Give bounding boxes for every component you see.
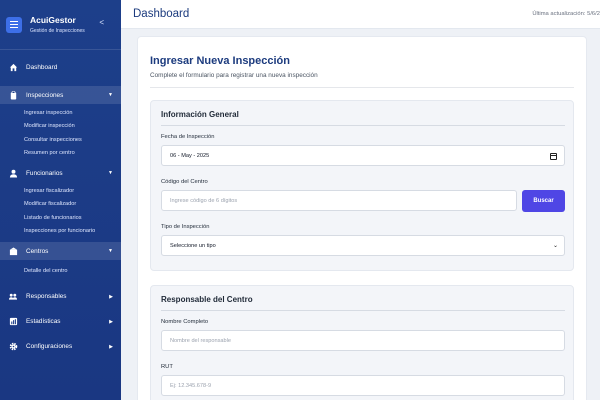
user-icon	[8, 168, 18, 178]
date-label: Fecha de Inspección	[161, 134, 215, 140]
sidebar-subitem-resumen-centro[interactable]: Resumen por centro	[0, 147, 121, 161]
sidebar-subitem-ingresar-fiscalizador[interactable]: Ingresar fiscalizador	[0, 184, 121, 198]
clipboard-icon	[8, 90, 18, 100]
caret-down-icon: ▼	[108, 170, 113, 176]
main-content: Ingresar Nueva Inspección Complete el fo…	[121, 29, 600, 400]
form-description: Complete el formulario para registrar un…	[150, 72, 574, 88]
sidebar-item-label: Centros	[26, 247, 49, 255]
sidebar-item-estadisticas[interactable]: Estadísticas ▶	[0, 311, 121, 333]
sidebar-item-label: Configuraciones	[26, 343, 73, 350]
sidebar-subitem-inspecciones-funcionario[interactable]: Inspecciones por funcionario	[0, 225, 121, 239]
brand: AcuiGestor Gestión de Inspecciones <	[0, 0, 121, 50]
gear-icon	[8, 342, 18, 352]
inspection-type-select[interactable]: Seleccione un tipo ⌄	[161, 235, 565, 256]
last-update-text: Última actualización: 5/6/2	[532, 11, 600, 17]
app-subtitle: Gestión de Inspecciones	[30, 27, 85, 34]
menu-icon[interactable]	[6, 16, 22, 33]
caret-down-icon: ▼	[108, 92, 113, 98]
users-icon	[8, 292, 18, 302]
sidebar-item-inspecciones[interactable]: Inspecciones ▼	[0, 86, 121, 104]
name-placeholder: Nombre del responsable	[170, 337, 231, 344]
app-title: AcuiGestor	[30, 14, 76, 25]
sidebar-subitem-listado-funcionarios[interactable]: Listado de funcionarios	[0, 211, 121, 225]
center-code-input[interactable]: Ingrese código de 6 dígitos	[161, 190, 517, 211]
form-title: Ingresar Nueva Inspección	[150, 55, 290, 67]
inspection-type-value: Seleccione un tipo	[170, 242, 216, 249]
section-title: Responsable del Centro	[161, 295, 565, 311]
chevron-left-icon[interactable]: <	[99, 18, 104, 27]
rut-label: RUT	[161, 364, 173, 370]
center-code-placeholder: Ingrese código de 6 dígitos	[170, 197, 238, 204]
sidebar-item-label: Dashboard	[26, 63, 58, 71]
section-title: Información General	[161, 110, 565, 126]
sidebar-subitem-modificar-fiscalizador[interactable]: Modificar fiscalizador	[0, 198, 121, 212]
sidebar-item-label: Inspecciones	[26, 91, 64, 99]
sidebar-item-label: Funcionarios	[26, 169, 63, 177]
sidebar-subitem-detalle-centro[interactable]: Detalle del centro	[0, 264, 121, 278]
date-value: 06 - May - 2025	[170, 152, 210, 159]
calendar-icon[interactable]	[550, 153, 557, 160]
search-button[interactable]: Buscar	[522, 190, 565, 212]
building-icon	[8, 246, 18, 256]
sidebar: AcuiGestor Gestión de Inspecciones < Das…	[0, 0, 121, 400]
sidebar-item-label: Responsables	[26, 293, 67, 300]
sidebar-subitem-consultar-inspecciones[interactable]: Consultar inspecciones	[0, 133, 121, 147]
inspection-type-label: Tipo de Inspección	[161, 224, 210, 230]
sidebar-item-responsables[interactable]: Responsables ▶	[0, 286, 121, 308]
page-title: Dashboard	[133, 8, 190, 20]
center-code-label: Código del Centro	[161, 179, 208, 185]
caret-right-icon: ▶	[109, 343, 113, 350]
sidebar-nav: Dashboard Inspecciones ▼ Ingresar inspec…	[0, 50, 121, 358]
responsible-section: Responsable del Centro Nombre Completo N…	[150, 285, 574, 400]
rut-input[interactable]: Ej: 12.345.678-9	[161, 375, 565, 396]
sidebar-item-configuraciones[interactable]: Configuraciones ▶	[0, 336, 121, 358]
sidebar-item-funcionarios[interactable]: Funcionarios ▼	[0, 164, 121, 182]
sidebar-subitem-ingresar-inspeccion[interactable]: Ingresar inspección	[0, 106, 121, 120]
inspection-form-card: Ingresar Nueva Inspección Complete el fo…	[137, 36, 587, 400]
caret-down-icon: ▼	[108, 248, 113, 254]
sidebar-subitem-modificar-inspeccion[interactable]: Modificar inspección	[0, 120, 121, 134]
rut-placeholder: Ej: 12.345.678-9	[170, 382, 212, 389]
inspection-date-input[interactable]: 06 - May - 2025	[161, 145, 565, 166]
sidebar-item-centros[interactable]: Centros ▼	[0, 242, 121, 260]
topbar: Dashboard Última actualización: 5/6/2	[121, 0, 600, 29]
caret-right-icon: ▶	[109, 293, 113, 300]
name-label: Nombre Completo	[161, 319, 209, 325]
chevron-down-icon: ⌄	[552, 243, 558, 249]
sidebar-item-dashboard[interactable]: Dashboard	[0, 60, 121, 74]
caret-right-icon: ▶	[109, 318, 113, 325]
general-info-section: Información General Fecha de Inspección …	[150, 100, 574, 271]
chart-icon	[8, 317, 18, 327]
responsible-name-input[interactable]: Nombre del responsable	[161, 330, 565, 351]
sidebar-item-label: Estadísticas	[26, 318, 61, 325]
home-icon	[8, 62, 18, 72]
